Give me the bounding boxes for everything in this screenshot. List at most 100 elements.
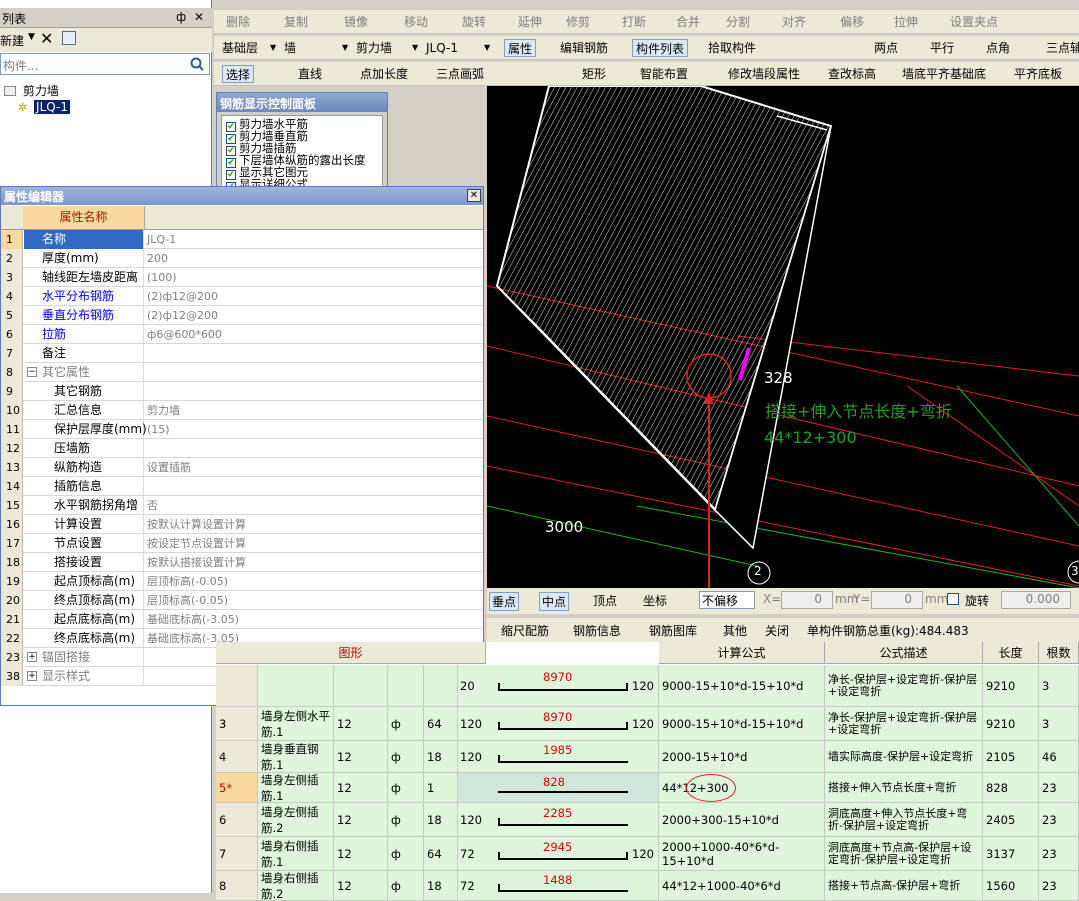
property-row[interactable]: 17 节点设置 按设定节点设置计算 [1, 534, 483, 553]
property-row[interactable]: 21 起点底标高(m) 基础底标高(-3.05) [1, 610, 483, 629]
align-slab-button[interactable]: 平齐底板 [1014, 65, 1062, 83]
property-row[interactable]: 7 备注 [1, 344, 483, 363]
property-row[interactable]: 19 起点顶标高(m) 层顶标高(-0.05) [1, 572, 483, 591]
rebar-info-button[interactable]: 钢筋信息 [573, 622, 621, 639]
property-row[interactable]: 3 轴线距左墙皮距离 (100) [1, 268, 483, 287]
property-value[interactable]: 否 [145, 496, 483, 515]
property-row[interactable]: 13 纵筋构造 设置插筋 [1, 458, 483, 477]
arc-button[interactable]: 三点画弧 [436, 65, 484, 83]
new-button[interactable]: 新建 [0, 32, 24, 49]
offset-select[interactable]: 不偏移 [699, 591, 755, 609]
property-row[interactable]: 11 保护层厚度(mm) (15) [1, 420, 483, 439]
y-input[interactable]: 0 [871, 591, 923, 609]
property-value[interactable] [145, 363, 483, 382]
tree-item-jlq1[interactable]: ✲ JLQ-1 [18, 100, 71, 114]
search-field[interactable]: 构件... [0, 53, 210, 75]
member-select[interactable]: JLQ-1 [426, 39, 458, 57]
search-input[interactable]: 构件... [3, 57, 38, 74]
layer-select[interactable]: 基础层 [222, 39, 258, 57]
property-value[interactable]: 按设定节点设置计算 [145, 534, 483, 553]
copy-button[interactable]: 复制 [284, 13, 308, 31]
property-row[interactable]: 14 插筋信息 [1, 477, 483, 496]
table-row[interactable]: 5* 墙身左侧插筋.1 12 ф 1 828 44*12+300 搭接+伸入节点长度+弯折 82… [216, 773, 1079, 803]
property-value[interactable]: ф6@600*600 [145, 325, 483, 344]
property-value[interactable] [145, 382, 483, 401]
move-button[interactable]: 移动 [404, 13, 428, 31]
property-value[interactable]: (2)ф12@200 [145, 287, 483, 306]
layer-dropdown-icon[interactable]: ▼ [270, 39, 276, 57]
perpendicular-snap[interactable]: 垂点 [489, 592, 520, 611]
property-row[interactable]: 6 拉筋 ф6@600*600 [1, 325, 483, 344]
pick-component-button[interactable]: 拾取构件 [708, 39, 756, 57]
mirror-button[interactable]: 镜像 [344, 13, 368, 31]
vertex-snap[interactable]: 顶点 [593, 592, 617, 609]
edit-rebar-button[interactable]: 编辑钢筋 [560, 39, 608, 57]
expand-icon[interactable]: + [27, 652, 37, 662]
close-icon[interactable]: ✕ [467, 189, 481, 202]
property-row[interactable]: 1 名称 JLQ-1 [1, 230, 483, 249]
property-row[interactable]: 15 水平钢筋拐角增否 [1, 496, 483, 515]
rotate-checkbox[interactable] [947, 593, 959, 605]
property-row[interactable]: 16 计算设置 按默认计算设置计算 [1, 515, 483, 534]
point-angle-button[interactable]: 点角 [986, 39, 1010, 57]
x-input[interactable]: 0 [781, 591, 833, 609]
other-menu[interactable]: 其他 [723, 622, 747, 639]
drawing-canvas[interactable]: 328 搭接+伸入节点长度+弯折 44*12+300 3000 2 3 [487, 86, 1079, 588]
close-icon[interactable]: ✕ [194, 10, 204, 24]
property-value[interactable]: (2)ф12@200 [145, 306, 483, 325]
pin-icon[interactable]: ф [176, 10, 186, 24]
property-value[interactable]: 按默认计算设置计算 [145, 515, 483, 534]
property-value[interactable] [145, 477, 483, 496]
type-select[interactable]: 墙 [284, 39, 296, 57]
property-value[interactable]: 按默认搭接设置计算 [145, 553, 483, 572]
coord-snap[interactable]: 坐标 [643, 592, 667, 609]
property-row[interactable]: 12 压墙筋 [1, 439, 483, 458]
midpoint-snap[interactable]: 中点 [539, 592, 570, 611]
line-button[interactable]: 直线 [298, 65, 322, 83]
trim-button[interactable]: 修剪 [566, 13, 590, 31]
modify-wall-props-button[interactable]: 修改墙段属性 [728, 65, 800, 83]
property-value[interactable]: (100) [145, 268, 483, 287]
property-value[interactable]: JLQ-1 [145, 230, 483, 249]
property-value[interactable]: 剪力墙 [145, 401, 483, 420]
extend-button[interactable]: 延伸 [518, 13, 542, 31]
delete-button[interactable]: 删除 [226, 13, 250, 31]
three-point-aux-button[interactable]: 三点辅 [1046, 39, 1079, 57]
table-row[interactable]: 4 墙身垂直钢筋.1 12 ф 18 120 1985 2000-15+10*d 墙实际高度-保… [216, 741, 1079, 773]
subtype-select[interactable]: 剪力墙 [356, 39, 392, 57]
offset-button[interactable]: 偏移 [840, 13, 864, 31]
rebar-library-button[interactable]: 钢筋图库 [649, 622, 697, 639]
property-row[interactable]: 10 汇总信息 剪力墙 [1, 401, 483, 420]
member-dropdown-icon[interactable]: ▼ [484, 39, 490, 57]
scale-rebar-button[interactable]: 缩尺配筋 [501, 622, 549, 639]
copy-icon[interactable] [62, 31, 76, 45]
smart-place-button[interactable]: 智能布置 [640, 65, 688, 83]
align-base-button[interactable]: 墙底平齐基础底 [902, 65, 986, 83]
two-point-button[interactable]: 两点 [874, 39, 898, 57]
table-row[interactable]: 7 墙身右侧插筋.1 12 ф 64 72 2945 120 2000+1000-40*6*d-… [216, 837, 1079, 871]
merge-button[interactable]: 合并 [676, 13, 700, 31]
rotate-input[interactable]: 0.000 [1001, 591, 1071, 609]
property-row[interactable]: 5 垂直分布钢筋 (2)ф12@200 [1, 306, 483, 325]
property-row[interactable]: 20 终点顶标高(m) 层顶标高(-0.05) [1, 591, 483, 610]
table-row[interactable]: 6 墙身左侧插筋.2 12 ф 18 120 2285 2000+300-15+10*d 洞底高… [216, 803, 1079, 837]
search-icon[interactable] [189, 56, 205, 72]
table-row[interactable]: 8 墙身右侧插筋.2 12 ф 18 72 1488 44*12+1000-40*6*d 搭接+… [216, 871, 1079, 901]
property-value[interactable]: 设置插筋 [145, 458, 483, 477]
type-dropdown-icon[interactable]: ▼ [342, 39, 348, 57]
property-row[interactable]: 18 搭接设置 按默认搭接设置计算 [1, 553, 483, 572]
property-value[interactable] [145, 344, 483, 363]
rotate-button[interactable]: 旋转 [462, 13, 486, 31]
subtype-dropdown-icon[interactable]: ▼ [412, 39, 418, 57]
stretch-button[interactable]: 拉伸 [894, 13, 918, 31]
property-row[interactable]: 9 其它钢筋 [1, 382, 483, 401]
expand-icon[interactable]: + [27, 671, 37, 681]
grip-button[interactable]: 设置夹点 [950, 13, 998, 31]
collapse-icon[interactable]: − [27, 367, 37, 377]
split-button[interactable]: 分割 [726, 13, 750, 31]
parallel-button[interactable]: 平行 [930, 39, 954, 57]
table-row[interactable]: 20 8970 120 9000-15+10*d-15+10*d 净长-保护层+设定弯折… [216, 665, 1079, 707]
check-elevation-button[interactable]: 查改标高 [828, 65, 876, 83]
break-button[interactable]: 打断 [622, 13, 646, 31]
tree-item-shearwall[interactable]: 剪力墙 [4, 82, 59, 99]
